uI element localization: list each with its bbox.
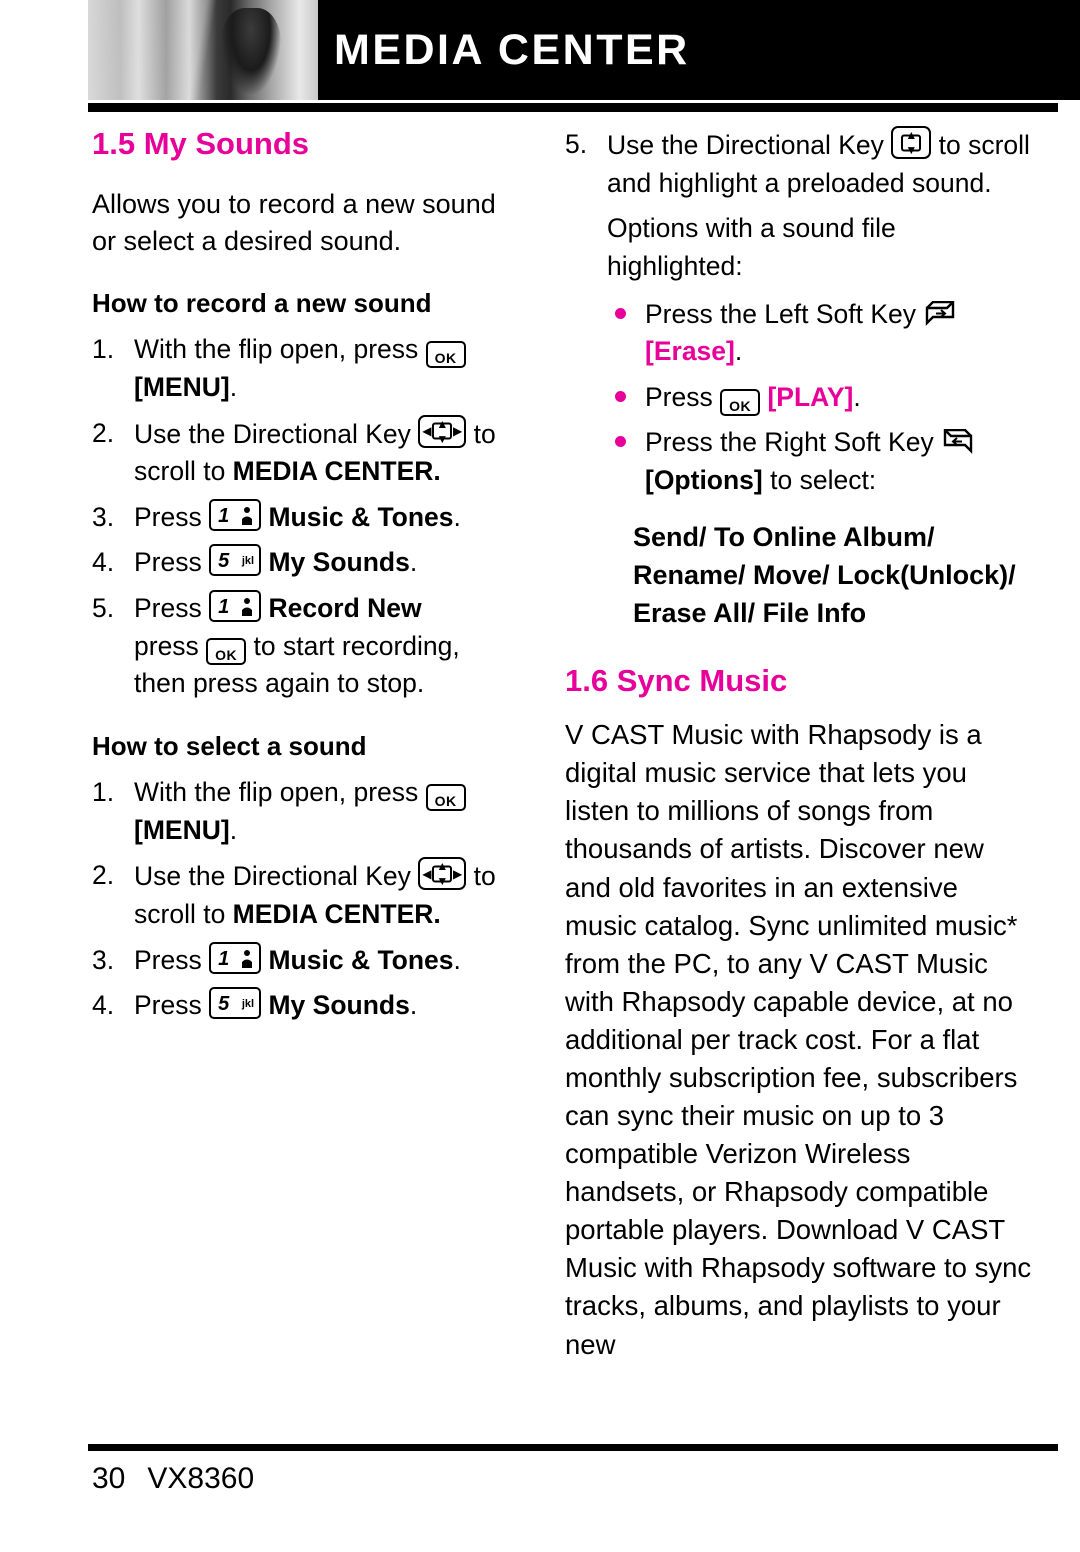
record-step-3-number: 3.	[92, 501, 115, 532]
directional-key-icon: ▲ ▼ ◀ ▶	[418, 414, 467, 448]
options-list-line-1: Send/ To Online Album/	[633, 521, 935, 552]
select-step-1: 1. With the flip open, press OK [MENU].	[92, 774, 512, 849]
select-step-1-tail: .	[229, 814, 238, 845]
record-step-4: 4. Press 5 jkl My Sounds.	[92, 544, 512, 582]
header-title-band: MEDIA CENTER	[318, 0, 1080, 100]
option-bullet-erase-tail: .	[734, 336, 743, 367]
select-step-1-bold: [MENU]	[134, 814, 230, 845]
options-list-line-3: Erase All/ File Info	[633, 598, 867, 629]
option-bullet-erase: Press the Left Soft Key [Erase].	[607, 296, 1035, 371]
select-step-4: 4. Press 5 jkl My Sounds.	[92, 987, 512, 1025]
record-step-3-tail: .	[453, 501, 461, 532]
bullet-dot-icon	[615, 436, 626, 448]
record-step-2-number: 2.	[92, 417, 115, 448]
select-step-4-tail: .	[409, 990, 418, 1021]
select-step-3-number: 3.	[92, 944, 115, 975]
left-soft-key-icon	[923, 300, 957, 331]
record-step-1: 1. With the flip open, press OK [MENU].	[92, 331, 512, 406]
record-step-5: 5. Press 1 Record New press OK to start …	[92, 590, 512, 703]
options-list: Send/ To Online Album/ Rename/ Move/ Loc…	[633, 518, 1035, 633]
option-bullet-options-pre: Press the Right Soft Key	[645, 427, 942, 458]
record-step-1-number: 1.	[92, 334, 115, 365]
right-soft-key-icon	[941, 429, 975, 459]
option-bullet-options-bold: [Options]	[645, 465, 763, 495]
select-step-5: 5. Use the Directional Key ▲ ▼ to scroll …	[565, 126, 1035, 202]
footer-divider-rule	[88, 1444, 1058, 1451]
subheading-how-to-select: How to select a sound	[92, 730, 367, 761]
options-list-line-2: Rename/ Move/ Lock(Unlock)/	[633, 559, 1016, 590]
page-header: MEDIA CENTER	[0, 0, 1080, 100]
record-step-4-bold: My Sounds	[268, 547, 410, 578]
record-step-4-tail: .	[409, 547, 418, 578]
number-key-5-icon: 5 jkl	[209, 987, 262, 1020]
record-step-3-bold: Music & Tones	[268, 501, 454, 532]
select-step-3-bold: Music & Tones	[268, 944, 454, 975]
header-photo-image	[88, 0, 318, 100]
option-bullet-options: Press the Right Soft Key [Options] to se…	[607, 424, 1035, 499]
select-step-3-tail: .	[453, 944, 461, 975]
record-step-2: 2. Use the Directional Key ▲ ▼ ◀ ▶ to scrol…	[92, 414, 512, 491]
ok-key-icon: OK	[720, 388, 761, 416]
record-step-5-tail-pre: press	[134, 630, 207, 661]
select-step-2: 2. Use the Directional Key ▲ ▼ ◀ ▶ to scrol…	[92, 857, 512, 933]
number-key-1-icon: 1	[209, 590, 262, 623]
select-step-2-number: 2.	[92, 860, 115, 891]
record-step-2-text-pre: Use the Directional Key	[134, 418, 419, 449]
option-bullet-play-pre: Press	[645, 381, 721, 412]
record-step-3: 3. Press 1 Music & Tones.	[92, 498, 512, 537]
record-step-1-bold: [MENU]	[134, 371, 230, 402]
record-step-4-text-pre: Press	[134, 547, 210, 578]
select-step-1-text-pre: With the flip open, press	[134, 777, 426, 808]
select-step-4-bold: My Sounds	[268, 990, 410, 1021]
select-step-2-bold: MEDIA CENTER.	[232, 899, 441, 930]
option-bullet-erase-bold: [Erase]	[645, 336, 735, 367]
record-step-5-text-pre: Press	[134, 593, 210, 624]
directional-key-icon: ▲ ▼	[891, 126, 932, 159]
record-step-5-bold: Record New	[268, 593, 422, 624]
record-step-2-bold: MEDIA CENTER.	[232, 456, 441, 487]
section-heading-my-sounds: 1.5 My Sounds	[92, 126, 310, 161]
record-step-4-number: 4.	[92, 547, 115, 578]
ok-key-icon: OK	[425, 784, 466, 812]
option-bullet-play-bold: [PLAY]	[767, 381, 854, 412]
option-bullet-options-tail: to select:	[762, 465, 877, 495]
select-step-4-number: 4.	[92, 990, 115, 1021]
number-key-1-icon: 1	[209, 498, 262, 531]
right-column: 5. Use the Directional Key ▲ ▼ to scroll …	[565, 126, 1035, 1380]
record-step-5-number: 5.	[92, 593, 115, 624]
number-key-5-icon: 5 jkl	[209, 544, 262, 577]
options-intro-text: Options with a sound file highlighted:	[607, 213, 896, 281]
ok-key-icon: OK	[206, 637, 247, 665]
select-step-5-number: 5.	[565, 129, 588, 159]
footer-page-number: 30	[92, 1462, 126, 1495]
record-step-1-text-pre: With the flip open, press	[134, 334, 426, 365]
option-bullet-erase-pre: Press the Left Soft Key	[645, 298, 924, 329]
left-column: 1.5 My Sounds Allows you to record a new…	[92, 126, 512, 1033]
subheading-how-to-record: How to record a new sound	[92, 288, 432, 319]
select-step-1-number: 1.	[92, 777, 115, 808]
select-step-2-text-pre: Use the Directional Key	[134, 861, 419, 892]
directional-key-icon: ▲ ▼ ◀ ▶	[418, 857, 467, 891]
select-step-3: 3. Press 1 Music & Tones.	[92, 941, 512, 980]
footer-model-name: VX8360	[147, 1462, 255, 1495]
bullet-dot-icon	[615, 307, 626, 319]
option-bullet-play-tail: .	[853, 381, 861, 412]
page-footer: 30 VX8360	[92, 1462, 254, 1496]
select-step-4-text-pre: Press	[134, 990, 210, 1021]
page-title: MEDIA CENTER	[334, 26, 690, 74]
record-step-1-tail: .	[229, 371, 238, 402]
select-step-5-text-pre: Use the Directional Key	[607, 130, 892, 160]
section-heading-sync-music: 1.6 Sync Music	[565, 662, 788, 698]
my-sounds-intro-paragraph: Allows you to record a new sound or sele…	[92, 188, 496, 256]
record-step-3-text-pre: Press	[134, 501, 210, 532]
number-key-1-icon: 1	[209, 941, 262, 974]
option-bullet-play: Press OK [PLAY].	[607, 379, 1035, 417]
select-step-3-text-pre: Press	[134, 944, 210, 975]
ok-key-icon: OK	[425, 341, 466, 369]
header-divider-rule	[88, 103, 1058, 112]
sync-music-body-paragraph: V CAST Music with Rhapsody is a digital …	[565, 719, 1032, 1360]
bullet-dot-icon	[615, 390, 626, 402]
